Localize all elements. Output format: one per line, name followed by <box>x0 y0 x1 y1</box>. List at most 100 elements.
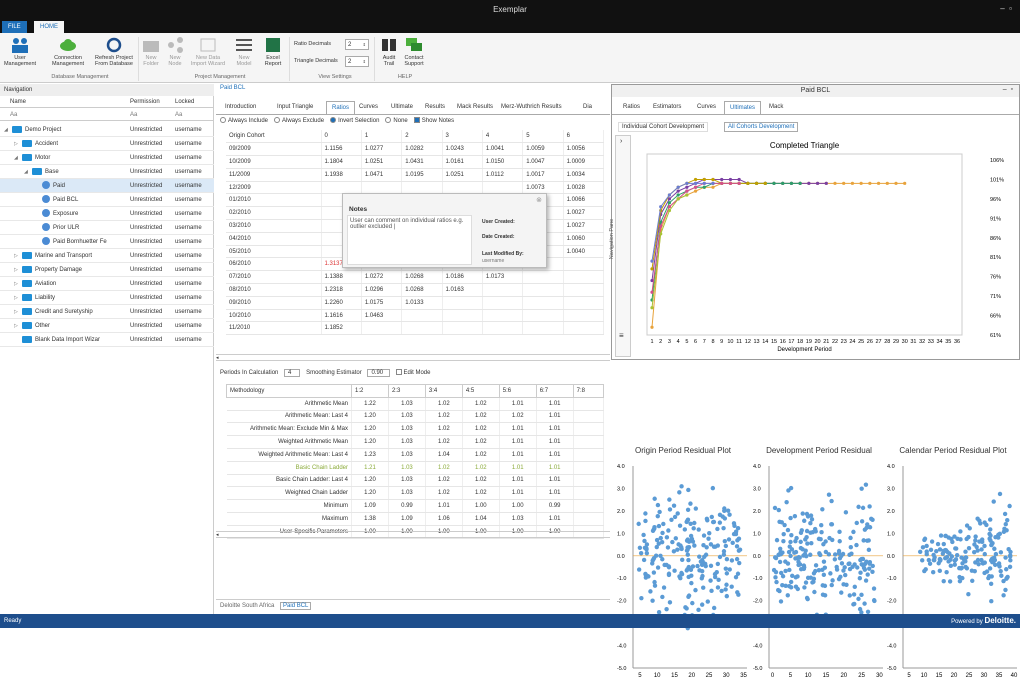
tri-cell[interactable]: 1.0056 <box>563 142 605 157</box>
tri-cell[interactable]: 1.0028 <box>563 181 605 195</box>
tri-cell[interactable] <box>522 283 564 297</box>
file-tab[interactable]: FILE <box>2 21 27 33</box>
triangle-decimals-stepper[interactable]: 2 ⇕ <box>345 56 369 67</box>
window-controls[interactable]: – ▫ <box>1003 86 1013 93</box>
tri-cell[interactable]: 1.0175 <box>361 296 403 310</box>
radio-2[interactable] <box>330 117 337 123</box>
tri-cell[interactable] <box>482 321 524 336</box>
right-tab-curves[interactable]: Curves <box>692 101 721 114</box>
tab-input-triangle[interactable]: Input Triangle <box>272 101 318 114</box>
tri-cell[interactable] <box>563 270 605 285</box>
expander-icon[interactable]: ▷ <box>14 277 22 291</box>
tri-cell[interactable]: 1.0060 <box>563 232 605 246</box>
right-tab-ratios[interactable]: Ratios <box>618 101 645 114</box>
tree-row[interactable]: ▷ Credit and Suretyship Unrestricted userna… <box>0 305 214 319</box>
tri-cell[interactable]: 1.0282 <box>401 142 443 157</box>
tree-row[interactable]: Prior ULR Unrestricted username <box>0 221 214 235</box>
tri-cell[interactable]: 1.0296 <box>361 283 403 297</box>
right-tab-mack[interactable]: Mack <box>764 101 788 114</box>
tri-cell[interactable]: 1.0009 <box>563 155 605 169</box>
tree-row[interactable]: ▷ Marine and Transport Unrestricted usernam… <box>0 249 214 263</box>
tri-cell[interactable]: 1.0272 <box>361 270 403 285</box>
tri-cell[interactable]: 1.0161 <box>442 155 483 169</box>
option-4[interactable]: Show Notes <box>413 117 454 124</box>
expander-icon[interactable]: ▷ <box>14 291 22 305</box>
radio-0[interactable] <box>220 117 226 123</box>
contact-support-button[interactable]: Contact Support <box>401 37 427 67</box>
right-tab-ultimates[interactable]: Ultimates <box>724 101 762 114</box>
tri-cell[interactable] <box>442 296 483 310</box>
table-row[interactable]: Basic Chain Ladder 1.21 1.03 1.02 1.02 1.01 1.… <box>226 461 605 475</box>
tri-cell[interactable]: 1.1156 <box>321 142 362 157</box>
tri-cell[interactable]: 1.0163 <box>442 283 483 297</box>
new-folder-button[interactable]: New Folder <box>140 37 162 67</box>
right-tab-estimators[interactable]: Estimators <box>648 101 686 114</box>
tri-cell[interactable]: 1.0268 <box>401 270 443 285</box>
tri-cell[interactable]: 1.0059 <box>522 142 564 157</box>
tree-row[interactable]: ◢ Base Unrestricted username <box>0 165 214 179</box>
tree-row[interactable]: ◢ Demo Project Unrestricted username <box>0 123 214 137</box>
tri-cell[interactable]: 1.0027 <box>563 206 605 221</box>
new-node-button[interactable]: New Node <box>164 37 186 67</box>
tri-cell[interactable]: 1.0277 <box>361 142 403 157</box>
tri-cell[interactable]: 1.0431 <box>401 155 443 169</box>
tab-dia[interactable]: Dia <box>578 101 597 114</box>
home-tab[interactable]: HOME <box>34 21 64 33</box>
show-notes-checkbox[interactable] <box>413 117 420 123</box>
tri-cell[interactable] <box>482 309 524 323</box>
tri-cell[interactable] <box>563 296 605 310</box>
tri-cell[interactable] <box>522 270 564 285</box>
tab-ratios[interactable]: Ratios <box>326 101 356 114</box>
table-row[interactable]: Weighted Chain Ladder 1.20 1.03 1.02 1.02 1.0… <box>226 486 605 501</box>
tree-row[interactable]: Blank Data Import Wizar Unrestricted usern… <box>0 333 214 347</box>
tri-cell[interactable] <box>563 321 605 336</box>
tri-cell[interactable] <box>563 283 605 297</box>
expander-icon[interactable]: ◢ <box>4 123 12 137</box>
tri-cell[interactable]: 1.0173 <box>482 270 524 285</box>
tri-cell[interactable]: 1.0047 <box>522 155 564 169</box>
option-0[interactable]: Always Include <box>220 117 268 124</box>
notes-popup[interactable]: ⊗ Notes User can comment on individual r… <box>342 193 547 268</box>
table-row[interactable]: Weighted Arithmetic Mean: Last 4 1.23 1.03… <box>226 448 605 462</box>
table-row[interactable]: Arithmetic Mean 1.22 1.03 1.02 1.02 1.01 1.01 <box>226 397 605 411</box>
tri-cell[interactable] <box>482 296 524 310</box>
tri-cell[interactable] <box>442 309 483 323</box>
tree-row[interactable]: ▷ Other Unrestricted username <box>0 319 214 333</box>
tri-cell[interactable] <box>442 321 483 336</box>
tri-cell[interactable]: 1.2260 <box>321 296 362 310</box>
tri-cell[interactable]: 1.1938 <box>321 168 362 182</box>
close-icon[interactable]: ⊗ <box>536 196 542 204</box>
smoothing-stepper[interactable]: 0.90 <box>367 369 391 377</box>
tri-cell[interactable]: 1.0066 <box>563 193 605 208</box>
tri-cell[interactable]: 1.0034 <box>563 168 605 182</box>
tab-mack-results[interactable]: Mack Results <box>452 101 498 114</box>
expander-icon[interactable]: ◢ <box>14 151 22 165</box>
option-3[interactable]: None <box>385 117 408 124</box>
filter-row[interactable]: Aa Aa Aa <box>0 109 214 121</box>
tri-cell[interactable]: 1.0251 <box>361 155 403 169</box>
new-model-button[interactable]: New Model <box>230 37 258 67</box>
tri-cell[interactable] <box>522 296 564 310</box>
expander-icon[interactable]: ▷ <box>14 137 22 151</box>
expander-icon[interactable]: ▷ <box>14 249 22 263</box>
table-row[interactable]: Arithmetic Mean: Last 4 1.20 1.03 1.02 1.02 1… <box>226 410 605 424</box>
tri-cell[interactable]: 1.0112 <box>482 168 524 182</box>
tri-cell[interactable] <box>361 321 403 336</box>
tree-row[interactable]: Exposure Unrestricted username <box>0 207 214 221</box>
expander-icon[interactable]: ▷ <box>14 263 22 277</box>
notes-textarea[interactable]: User can comment on individual ratios e.… <box>347 215 472 265</box>
footer-tab-deloitte[interactable]: Deloitte South Africa <box>220 603 274 609</box>
tri-cell[interactable]: 1.0471 <box>361 168 403 182</box>
table-row[interactable]: Arithmetic Mean: Exclude Min & Max 1.20 1.… <box>226 422 605 437</box>
tri-cell[interactable] <box>401 321 443 336</box>
tri-cell[interactable]: 1.2318 <box>321 283 362 297</box>
tri-cell[interactable] <box>401 309 443 323</box>
expander-icon[interactable]: ▷ <box>14 305 22 319</box>
tri-cell[interactable]: 1.0133 <box>401 296 443 310</box>
option-1[interactable]: Always Exclude <box>274 117 324 124</box>
option-2[interactable]: Invert Selection <box>330 117 379 124</box>
h-scrollbar-2[interactable]: ◂ <box>216 531 610 538</box>
subtab-all-cohorts[interactable]: All Cohorts Development <box>724 122 799 132</box>
tab-introduction[interactable]: Introduction <box>220 101 261 114</box>
minimize-icon[interactable]: – ▫ <box>1000 4 1012 13</box>
